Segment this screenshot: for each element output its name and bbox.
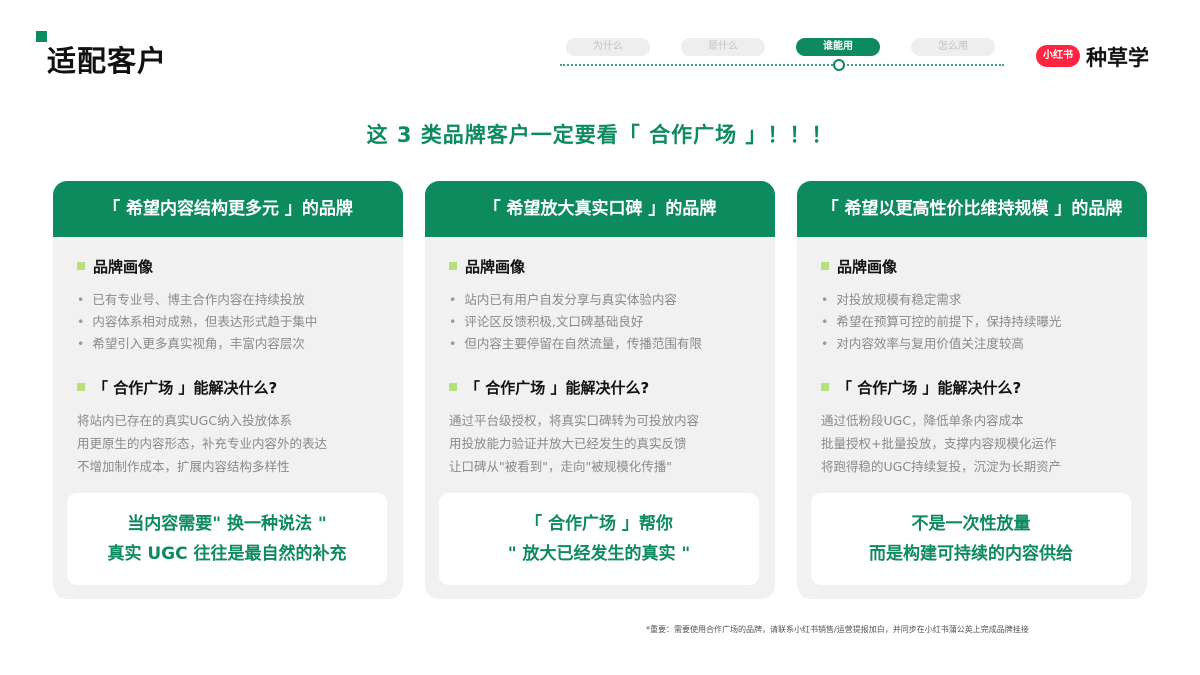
list-item: 内容体系相对成熟，但表达形式趋于集中 bbox=[77, 311, 317, 333]
paragraph-line: 通过平台级授权，将真实口碑转为可投放内容 bbox=[449, 413, 700, 428]
callout-line: 真实 UGC 往往是最自然的补充 bbox=[107, 544, 347, 564]
nav-tab-who[interactable]: 谁能用 bbox=[796, 38, 880, 56]
callout-line: 而是构建可持续的内容供给 bbox=[869, 544, 1073, 564]
paragraph-line: 让口碑从"被看到"，走向"被规模化传播" bbox=[449, 459, 672, 474]
paragraph-line: 通过低粉段UGC，降低单条内容成本 bbox=[821, 413, 1024, 428]
callout-line: 「 合作广场 」帮你 bbox=[525, 514, 673, 534]
customer-card-amplify-reputation: 「 希望放大真实口碑 」的品牌 品牌画像 站内已有用户自发分享与真实体验内容 评… bbox=[425, 181, 775, 599]
paragraph-line: 不增加制作成本，扩展内容结构多样性 bbox=[77, 459, 290, 474]
solution-paragraph: 通过低粉段UGC，降低单条内容成本 批量授权+批量投放，支撑内容规模化运作 将跑… bbox=[821, 409, 1131, 478]
brand-name: 种草学 bbox=[1086, 46, 1149, 70]
section-title: 「 合作广场 」能解决什么? bbox=[465, 379, 650, 397]
section-nav: 为什么 是什么 谁能用 怎么用 bbox=[560, 38, 1004, 72]
section-title: 「 合作广场 」能解决什么? bbox=[93, 379, 278, 397]
customer-card-cost-efficiency: 「 希望以更高性价比维持规模 」的品牌 品牌画像 对投放规模有稳定需求 希望在预… bbox=[797, 181, 1147, 599]
section-title: 品牌画像 bbox=[837, 258, 898, 276]
section-solution: 「 合作广场 」能解决什么? bbox=[821, 377, 1021, 398]
paragraph-line: 用更原生的内容形态，补充专业内容外的表达 bbox=[77, 436, 328, 451]
list-item: 希望在预算可控的前提下，保持持续曝光 bbox=[821, 311, 1061, 333]
list-item: 但内容主要停留在自然流量，传播范围有限 bbox=[449, 333, 702, 355]
customer-card-diverse-content: 「 希望内容结构更多元 」的品牌 品牌画像 已有专业号、博主合作内容在持续投放 … bbox=[53, 181, 403, 599]
square-bullet-icon bbox=[449, 262, 457, 270]
section-brand-profile: 品牌画像 bbox=[77, 256, 153, 277]
card-header: 「 希望以更高性价比维持规模 」的品牌 bbox=[797, 181, 1147, 237]
callout-line: 当内容需要" 换一种说法 " bbox=[127, 514, 327, 534]
paragraph-line: 将跑得稳的UGC持续复投，沉淀为长期资产 bbox=[821, 459, 1062, 474]
brand-profile-list: 已有专业号、博主合作内容在持续投放 内容体系相对成熟，但表达形式趋于集中 希望引… bbox=[77, 289, 317, 355]
nav-progress-line bbox=[560, 64, 1004, 66]
title-accent-square bbox=[36, 31, 47, 42]
list-item: 对投放规模有稳定需求 bbox=[821, 289, 1061, 311]
headline: 这 3 类品牌客户一定要看「 合作广场 」！！！ bbox=[366, 123, 834, 147]
brand-profile-list: 对投放规模有稳定需求 希望在预算可控的前提下，保持持续曝光 对内容效率与复用价值… bbox=[821, 289, 1061, 355]
section-solution: 「 合作广场 」能解决什么? bbox=[77, 377, 277, 398]
callout-box: 「 合作广场 」帮你 " 放大已经发生的真实 " bbox=[439, 493, 759, 585]
list-item: 对内容效率与复用价值关注度较高 bbox=[821, 333, 1061, 355]
nav-tab-why[interactable]: 为什么 bbox=[566, 38, 650, 56]
square-bullet-icon bbox=[449, 383, 457, 391]
square-bullet-icon bbox=[77, 383, 85, 391]
nav-progress-dot bbox=[833, 59, 845, 71]
footnote: *重要：需要使用合作广场的品牌，请联系小红书销售/运营提报加白，并同步在小红书蒲… bbox=[646, 625, 1029, 634]
section-title: 「 合作广场 」能解决什么? bbox=[837, 379, 1022, 397]
list-item: 站内已有用户自发分享与真实体验内容 bbox=[449, 289, 702, 311]
section-title: 品牌画像 bbox=[93, 258, 154, 276]
square-bullet-icon bbox=[77, 262, 85, 270]
square-bullet-icon bbox=[821, 383, 829, 391]
nav-tab-what[interactable]: 是什么 bbox=[681, 38, 765, 56]
section-solution: 「 合作广场 」能解决什么? bbox=[449, 377, 649, 398]
card-header: 「 希望内容结构更多元 」的品牌 bbox=[53, 181, 403, 237]
list-item: 希望引入更多真实视角，丰富内容层次 bbox=[77, 333, 317, 355]
list-item: 已有专业号、博主合作内容在持续投放 bbox=[77, 289, 317, 311]
list-item: 评论区反馈积极,文口碑基础良好 bbox=[449, 311, 702, 333]
square-bullet-icon bbox=[821, 262, 829, 270]
section-title: 品牌画像 bbox=[465, 258, 526, 276]
nav-tab-how[interactable]: 怎么用 bbox=[911, 38, 995, 56]
paragraph-line: 用投放能力验证并放大已经发生的真实反馈 bbox=[449, 436, 687, 451]
section-brand-profile: 品牌画像 bbox=[821, 256, 897, 277]
paragraph-line: 批量授权+批量投放，支撑内容规模化运作 bbox=[821, 436, 1057, 451]
solution-paragraph: 通过平台级授权，将真实口碑转为可投放内容 用投放能力验证并放大已经发生的真实反馈… bbox=[449, 409, 759, 478]
xiaohongshu-badge: 小红书 bbox=[1036, 45, 1080, 67]
brand-profile-list: 站内已有用户自发分享与真实体验内容 评论区反馈积极,文口碑基础良好 但内容主要停… bbox=[449, 289, 702, 355]
page-title: 适配客户 bbox=[47, 44, 168, 78]
solution-paragraph: 将站内已存在的真实UGC纳入投放体系 用更原生的内容形态，补充专业内容外的表达 … bbox=[77, 409, 387, 478]
section-brand-profile: 品牌画像 bbox=[449, 256, 525, 277]
callout-box: 当内容需要" 换一种说法 " 真实 UGC 往往是最自然的补充 bbox=[67, 493, 387, 585]
callout-line: 不是一次性放量 bbox=[911, 514, 1031, 534]
paragraph-line: 将站内已存在的真实UGC纳入投放体系 bbox=[77, 413, 293, 428]
callout-line: " 放大已经发生的真实 " bbox=[507, 544, 691, 564]
card-header: 「 希望放大真实口碑 」的品牌 bbox=[425, 181, 775, 237]
callout-box: 不是一次性放量 而是构建可持续的内容供给 bbox=[811, 493, 1131, 585]
